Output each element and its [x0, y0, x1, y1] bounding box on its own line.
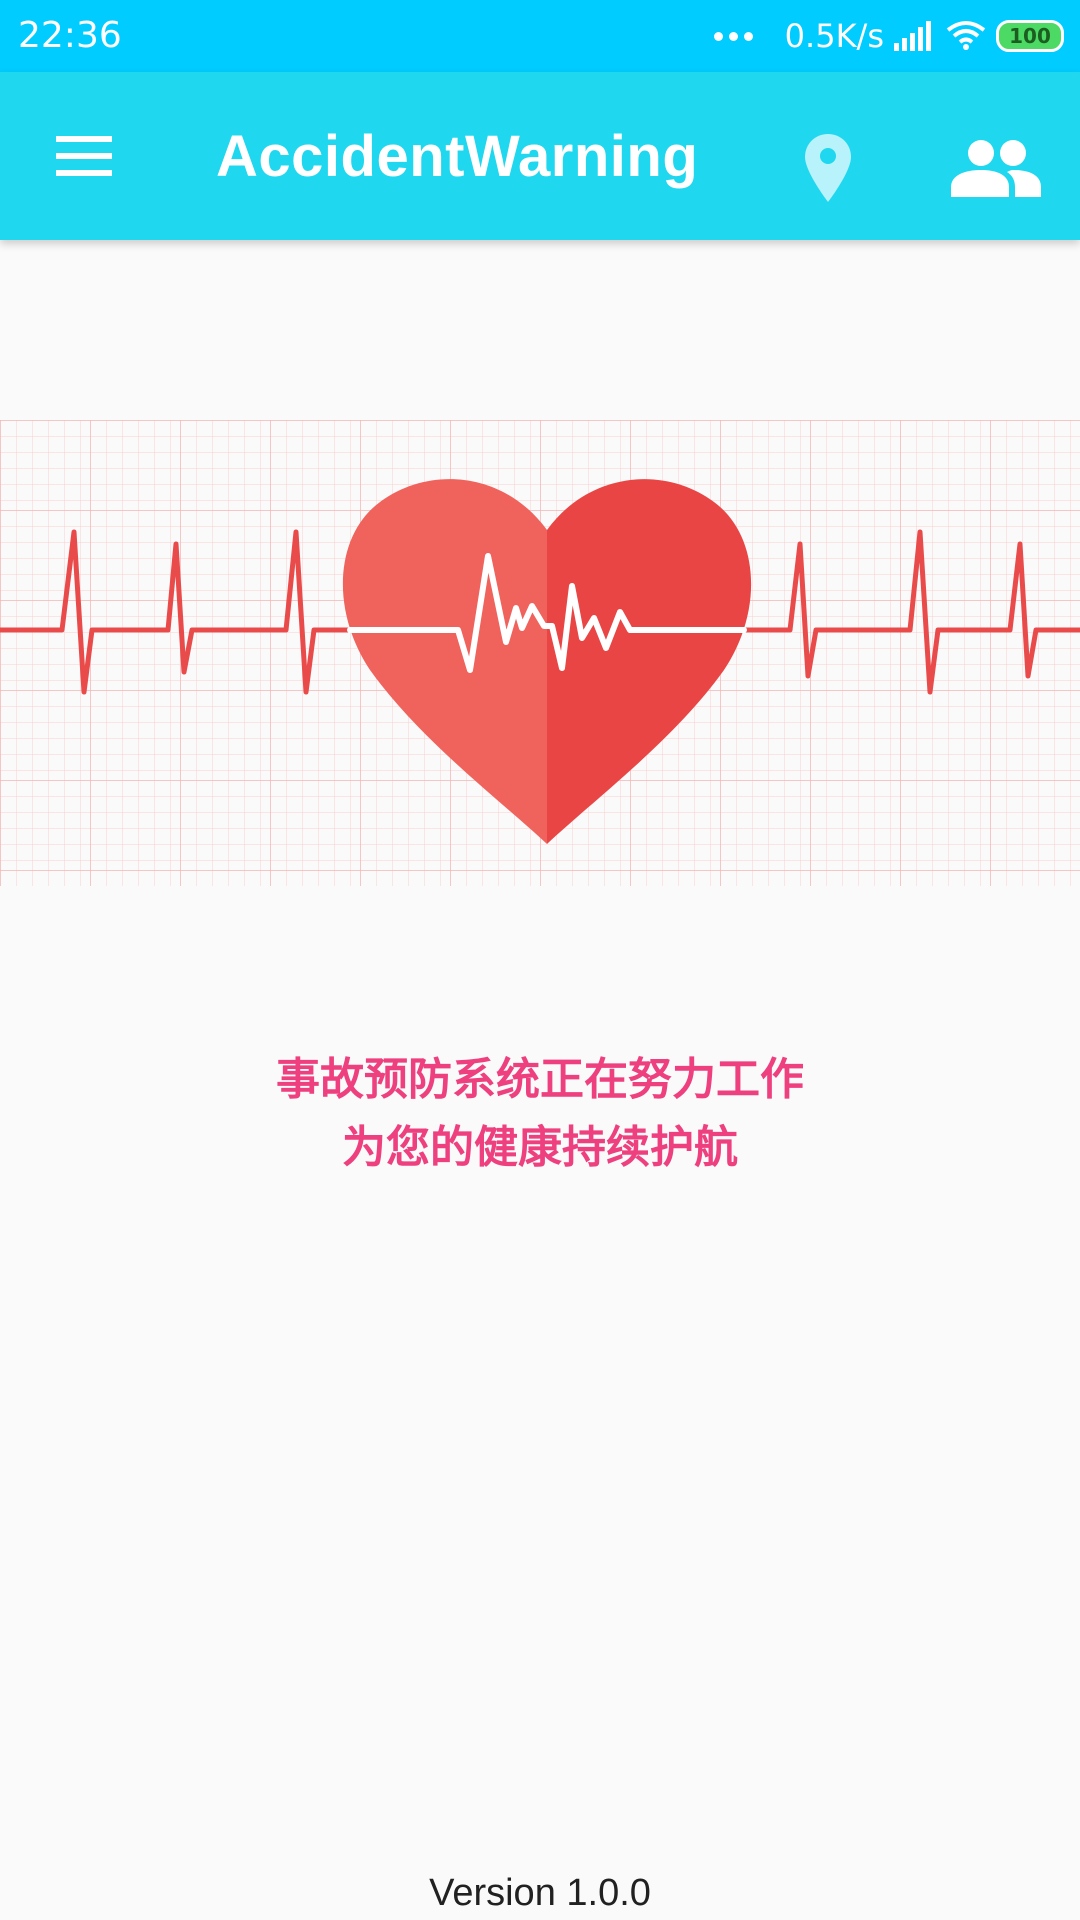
tagline: 事故预防系统正在努力工作 为您的健康持续护航 [0, 1046, 1080, 1182]
app-title: AccidentWarning [216, 124, 699, 189]
people-button[interactable] [944, 118, 1048, 218]
battery-icon: 100 [996, 20, 1064, 52]
menu-icon [56, 136, 112, 176]
menu-button[interactable] [36, 112, 132, 200]
status-bar: 22:36 0.5K/s 100 [0, 0, 1080, 72]
people-icon [951, 140, 1041, 197]
screen: 22:36 0.5K/s 100 AccidentWarning 事故预防系统正… [0, 0, 1080, 1920]
status-time: 22:36 [18, 15, 122, 56]
wifi-icon [946, 21, 986, 50]
hero-graphic [0, 420, 1080, 886]
more-dots-icon [713, 31, 753, 41]
heartbeat-heart-icon [0, 420, 1080, 886]
app-bar: AccidentWarning [0, 72, 1080, 240]
version-label: Version 1.0.0 [429, 1872, 651, 1914]
location-pin-icon [805, 134, 851, 202]
status-indicators: 0.5K/s 100 [713, 14, 1064, 58]
network-speed: 0.5K/s [784, 17, 884, 55]
location-button[interactable] [788, 118, 868, 218]
battery-level: 100 [1009, 24, 1051, 48]
tagline-line-1: 事故预防系统正在努力工作 [276, 1054, 804, 1105]
signal-icon [894, 21, 931, 51]
tagline-line-2: 为您的健康持续护航 [342, 1122, 738, 1173]
